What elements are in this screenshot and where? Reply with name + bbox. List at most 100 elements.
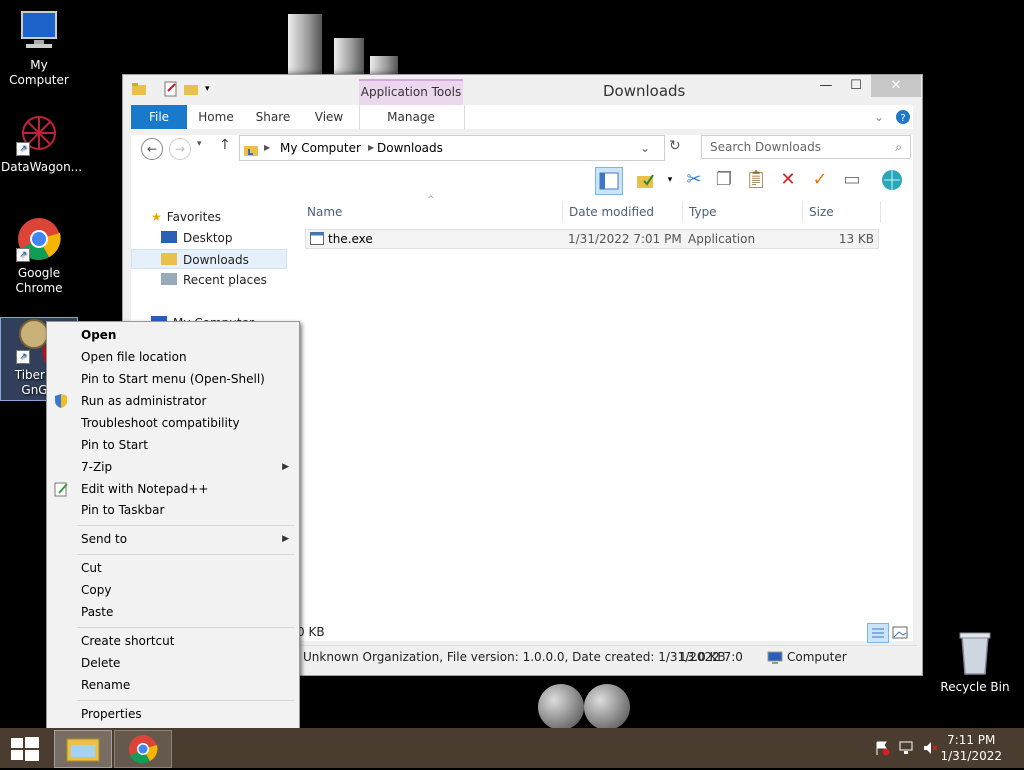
column-header-size[interactable]: Size [803,201,881,223]
desktop-icon [161,231,177,243]
help-icon[interactable]: ? [893,105,913,129]
computer-icon [16,8,62,54]
menu-item-troubleshoot-compatibility[interactable]: Troubleshoot compatibility [81,413,240,433]
rename-icon[interactable]: ▭ [839,167,865,193]
preview-pane-icon[interactable] [595,167,623,195]
address-field[interactable]: ▶ My Computer ▶ Downloads ⌄ [239,135,665,161]
up-arrow-icon[interactable]: ↑ [219,137,231,153]
chevron-down-icon[interactable]: ▾ [205,81,221,97]
breadcrumb-downloads[interactable]: Downloads [377,136,443,160]
column-header-date-modified[interactable]: Date modified [563,201,683,223]
nav-desktop[interactable]: Desktop [161,228,233,248]
check-icon[interactable]: ✓ [807,167,833,193]
close-button[interactable]: ✕ [871,75,921,97]
paste-icon[interactable]: 📋︎ [743,167,769,193]
tab-file[interactable]: File [131,105,187,129]
menu-item-open-file-location[interactable]: Open file location [81,347,187,367]
submenu-arrow-icon: ▶ [282,534,289,544]
menu-item-properties[interactable]: Properties [81,704,142,724]
menu-item-paste[interactable]: Paste [81,602,113,622]
menu-item-edit-with-notepad[interactable]: Edit with Notepad++ [81,479,208,499]
column-header-name[interactable]: Name [301,201,563,223]
star-icon: ★ [151,210,162,224]
maximize-button[interactable]: ☐ [841,75,871,97]
nav-recent-places[interactable]: Recent places [161,270,267,290]
tab-share[interactable]: Share [251,105,295,129]
downloads-folder-icon [161,253,177,265]
desktop-icon-datawagon[interactable]: ↗ DataWagon... [1,110,82,175]
clock-date: 1/31/2022 [940,749,1002,763]
notepad-plus-plus-icon [53,481,69,497]
file-explorer-icon [66,738,100,762]
folder-options-icon[interactable] [633,167,659,193]
desktop-decoration [288,14,322,76]
ribbon-tabs: File Home Share View Manage ⌄ ? [131,105,913,129]
menu-item-send-to[interactable]: Send to [81,529,127,549]
chevron-down-icon[interactable]: ▾ [657,167,683,193]
chevron-down-icon[interactable]: ⌄ [640,136,650,160]
uac-shield-icon [53,393,69,409]
details-view-icon[interactable] [867,623,889,643]
window-title: Downloads [603,82,686,100]
windows-logo-icon [11,737,39,761]
recent-locations-icon[interactable]: ▾ [197,139,202,149]
properties-icon[interactable] [163,81,179,97]
chevron-down-icon[interactable]: ⌄ [869,105,889,129]
column-header-type[interactable]: Type [683,201,803,223]
shortcut-arrow-icon: ↗ [16,142,30,156]
menu-item-pin-to-taskbar[interactable]: Pin to Taskbar [81,500,164,520]
menu-item-pin-start-open-shell[interactable]: Pin to Start menu (Open-Shell) [81,369,265,389]
copy-icon[interactable]: ❐ [711,167,737,193]
folder-icon [244,141,258,165]
globe-icon[interactable] [879,167,905,193]
back-button[interactable]: ← [141,138,163,160]
chevron-right-icon: ▶ [264,143,271,152]
nav-favorites[interactable]: ★ Favorites [151,207,221,227]
action-center-flag-icon[interactable] [874,740,890,759]
menu-item-copy[interactable]: Copy [81,580,111,600]
cut-icon[interactable]: ✂ [681,167,707,193]
menu-item-pin-to-start[interactable]: Pin to Start [81,435,148,455]
datawagon-icon: ↗ [16,110,62,156]
large-icons-view-icon[interactable] [891,625,909,641]
menu-item-rename[interactable]: Rename [81,675,130,695]
nav-downloads[interactable]: Downloads [131,249,287,269]
system-clock[interactable]: 7:11 PM 1/31/2022 [940,732,1002,764]
shortcut-arrow-icon: ↗ [16,350,30,364]
new-folder-icon[interactable] [183,81,199,97]
file-row[interactable]: the.exe 1/31/2022 7:01 PM Application 13… [305,229,879,249]
menu-item-cut[interactable]: Cut [81,558,102,578]
desktop-icon-recycle-bin[interactable]: Recycle Bin [937,630,1013,695]
forward-button[interactable]: → [169,138,191,160]
volume-muted-icon[interactable] [922,740,938,759]
menu-item-delete[interactable]: Delete [81,653,120,673]
menu-item-run-as-administrator[interactable]: Run as administrator [81,391,206,411]
details-status-bar: Unknown Organization, File version: 1.0.… [297,645,917,668]
title-bar[interactable]: ▾ Application Tools Downloads — ☐ ✕ [123,75,922,107]
refresh-icon[interactable]: ↻ [669,138,681,154]
tab-view[interactable]: View [307,105,351,129]
menu-item-create-shortcut[interactable]: Create shortcut [81,631,174,651]
file-name: the.exe [328,232,373,246]
menu-item-open[interactable]: Open [81,325,116,345]
taskbar-google-chrome[interactable] [114,730,172,768]
desktop-decoration [538,684,584,730]
taskbar-file-explorer[interactable] [54,730,112,768]
desktop-decoration [370,56,398,76]
menu-item-7zip[interactable]: 7-Zip [81,457,112,477]
taskbar: 7:11 PM 1/31/2022 [0,728,1024,768]
desktop-icon-google-chrome[interactable]: ↗ Google Chrome [1,216,77,296]
tab-manage[interactable]: Manage [371,105,451,129]
folder-icon[interactable] [131,81,147,97]
tab-home[interactable]: Home [191,105,241,129]
submenu-arrow-icon: ▶ [282,462,289,472]
network-icon[interactable] [898,740,914,759]
minimize-button[interactable]: — [811,75,841,97]
command-toolbar: ▾ ✂ ❐ 📋︎ ✕ ✓ ▭ [131,163,913,198]
breadcrumb-my-computer[interactable]: My Computer [280,136,361,160]
desktop-decoration [334,38,364,76]
start-button[interactable] [0,730,48,766]
desktop-icon-my-computer[interactable]: My Computer [1,8,77,88]
search-input[interactable]: Search Downloads ⌕ [701,135,911,159]
delete-icon[interactable]: ✕ [775,167,801,193]
